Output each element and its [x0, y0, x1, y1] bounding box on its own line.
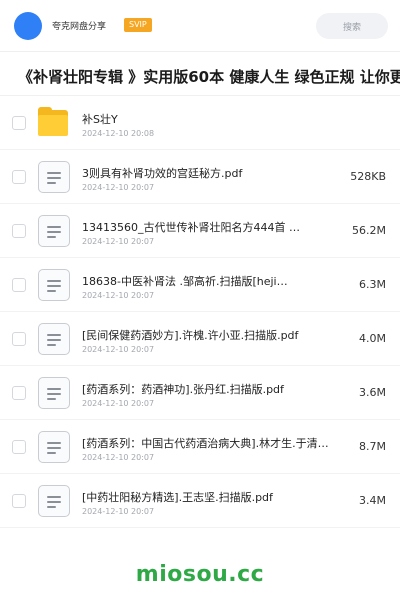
- file-name[interactable]: [药酒系列：药酒神功].张丹红.扫描版.pdf: [82, 381, 332, 397]
- watermark: miosou.cc: [135, 562, 265, 587]
- file-row[interactable]: 13413560_古代世传补肾壮阳名方444首 … 2024-12-10 20:0…: [0, 204, 400, 258]
- svip-badge: SVIP: [124, 18, 152, 32]
- document-icon: [38, 377, 70, 409]
- row-checkbox[interactable]: [12, 116, 26, 130]
- file-date: 2024-12-10 20:07: [82, 183, 155, 192]
- file-size: 3.4M: [359, 494, 386, 507]
- file-row[interactable]: [民间保健药酒妙方].许槐.许小亚.扫描版.pdf 2024-12-10 20:0…: [0, 312, 400, 366]
- file-date: 2024-12-10 20:07: [82, 291, 155, 300]
- document-icon: [38, 215, 70, 247]
- file-date: 2024-12-10 20:07: [82, 237, 155, 246]
- file-name[interactable]: [中药壮阳秘方精选].王志坚.扫描版.pdf: [82, 489, 332, 505]
- folder-icon: [38, 107, 70, 139]
- file-row[interactable]: [药酒系列：中国古代药酒治病大典].林才生.于清.… 2024-12-10 20:…: [0, 420, 400, 474]
- document-icon: [38, 161, 70, 193]
- search-button[interactable]: 搜索: [316, 13, 388, 39]
- file-name[interactable]: [民间保健药酒妙方].许槐.许小亚.扫描版.pdf: [82, 327, 332, 343]
- row-checkbox[interactable]: [12, 386, 26, 400]
- row-checkbox[interactable]: [12, 278, 26, 292]
- file-size: 6.3M: [359, 278, 386, 291]
- share-title-bar: 《补肾壮阳专辑 》实用版60本 健康人生 绿色正规 让你更幸福: [0, 52, 400, 96]
- file-row[interactable]: 18638-中医补肾法 .邹高祈.扫描版[heji… 2024-12-10 20:…: [0, 258, 400, 312]
- folder-row[interactable]: 补S壮Y 2024-12-10 20:08: [0, 96, 400, 150]
- file-size: 8.7M: [359, 440, 386, 453]
- file-size: 4.0M: [359, 332, 386, 345]
- owner-name[interactable]: 夸克网盘分享: [52, 19, 106, 32]
- share-header: 夸克网盘分享 SVIP 搜索: [0, 0, 400, 52]
- row-checkbox[interactable]: [12, 224, 26, 238]
- file-name[interactable]: 13413560_古代世传补肾壮阳名方444首 …: [82, 219, 332, 235]
- document-icon: [38, 431, 70, 463]
- row-checkbox[interactable]: [12, 494, 26, 508]
- file-row[interactable]: 3则具有补肾功效的宫廷秘方.pdf 2024-12-10 20:07 528KB: [0, 150, 400, 204]
- file-name[interactable]: 3则具有补肾功效的宫廷秘方.pdf: [82, 165, 332, 181]
- file-date: 2024-12-10 20:07: [82, 453, 155, 462]
- avatar[interactable]: [14, 12, 42, 40]
- file-name[interactable]: [药酒系列：中国古代药酒治病大典].林才生.于清.…: [82, 435, 332, 451]
- file-date: 2024-12-10 20:07: [82, 399, 155, 408]
- row-checkbox[interactable]: [12, 440, 26, 454]
- file-date: 2024-12-10 20:08: [82, 129, 155, 138]
- share-title: 《补肾壮阳专辑 》实用版60本 健康人生 绿色正规 让你更幸福: [18, 68, 400, 86]
- file-date: 2024-12-10 20:07: [82, 345, 155, 354]
- file-size: 528KB: [350, 170, 386, 183]
- file-row[interactable]: [药酒系列：药酒神功].张丹红.扫描版.pdf 2024-12-10 20:07 3…: [0, 366, 400, 420]
- document-icon: [38, 323, 70, 355]
- file-size: 56.2M: [352, 224, 386, 237]
- file-list: 补S壮Y 2024-12-10 20:08 3则具有补肾功效的宫廷秘方.pdf 202…: [0, 96, 400, 528]
- row-checkbox[interactable]: [12, 332, 26, 346]
- file-row[interactable]: [中药壮阳秘方精选].王志坚.扫描版.pdf 2024-12-10 20:07 3.…: [0, 474, 400, 528]
- file-date: 2024-12-10 20:07: [82, 507, 155, 516]
- document-icon: [38, 485, 70, 517]
- file-name[interactable]: 18638-中医补肾法 .邹高祈.扫描版[heji…: [82, 273, 332, 289]
- row-checkbox[interactable]: [12, 170, 26, 184]
- document-icon: [38, 269, 70, 301]
- file-size: 3.6M: [359, 386, 386, 399]
- file-name[interactable]: 补S壮Y: [82, 111, 332, 127]
